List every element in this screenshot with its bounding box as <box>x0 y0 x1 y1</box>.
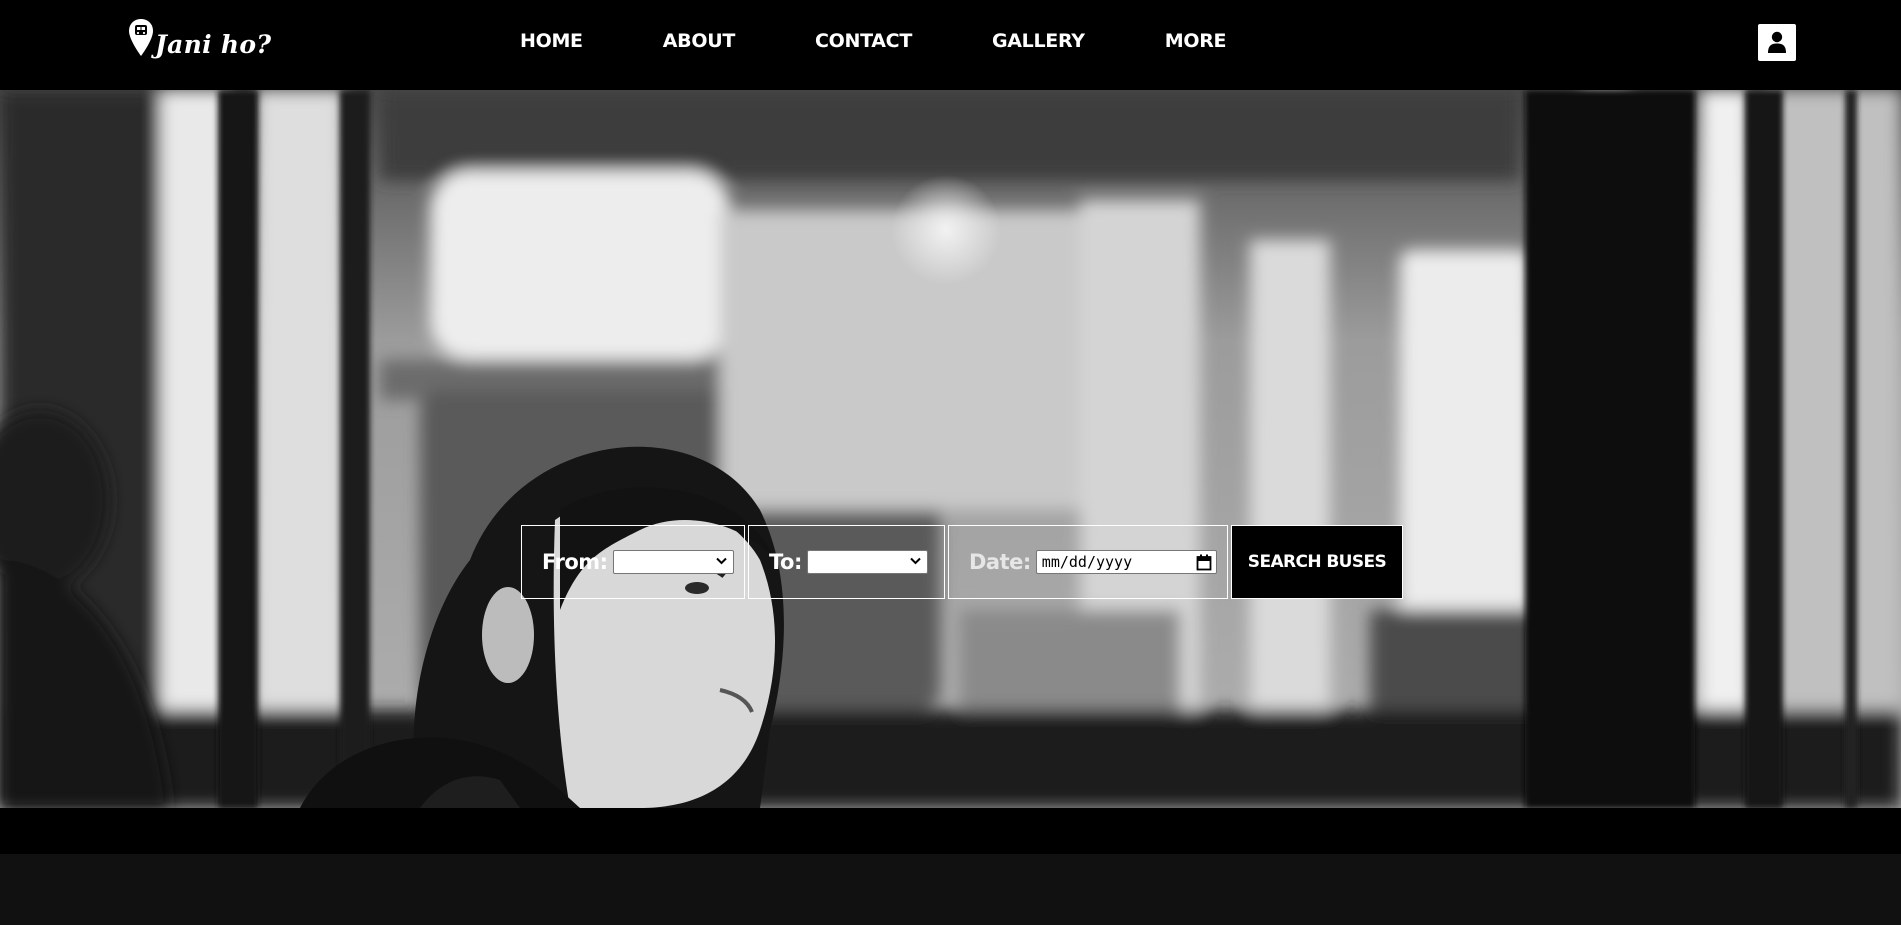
account-button[interactable] <box>1758 24 1796 61</box>
hero-background-photo <box>0 90 1901 808</box>
to-select[interactable] <box>806 550 928 574</box>
brand-logo[interactable]: Jani ho? <box>128 18 271 62</box>
date-field: Date: mm/dd/yyyy <box>948 525 1228 599</box>
main-nav: HOME ABOUT CONTACT GALLERY MORE <box>520 30 1227 52</box>
nav-contact[interactable]: CONTACT <box>815 30 912 52</box>
from-label: From: <box>542 550 608 574</box>
next-section <box>0 854 1901 925</box>
to-field: To: <box>748 525 945 599</box>
hero-banner: From: To: Date: mm/dd/yyyy SEARCH BUSES <box>0 90 1901 808</box>
user-icon <box>1768 31 1786 53</box>
nav-more[interactable]: MORE <box>1165 30 1227 52</box>
site-header: Jani ho? HOME ABOUT CONTACT GALLERY MORE <box>0 0 1901 90</box>
hero-bottom-band <box>0 808 1901 854</box>
map-pin-bus-icon <box>129 19 153 56</box>
from-field: From: <box>521 525 745 599</box>
brand-name: Jani ho? <box>155 30 272 59</box>
search-buses-button[interactable]: SEARCH BUSES <box>1231 525 1403 599</box>
date-placeholder: mm/dd/yyyy <box>1041 553 1133 571</box>
nav-home[interactable]: HOME <box>520 30 583 52</box>
nav-gallery[interactable]: GALLERY <box>992 30 1085 52</box>
chevron-down-icon <box>910 557 921 565</box>
bus-search-form: From: To: Date: mm/dd/yyyy SEARCH BUSES <box>521 525 1403 599</box>
nav-about[interactable]: ABOUT <box>663 30 736 52</box>
to-label: To: <box>769 550 802 574</box>
chevron-down-icon <box>715 557 727 565</box>
date-input[interactable]: mm/dd/yyyy <box>1035 550 1217 574</box>
from-select[interactable] <box>612 550 734 574</box>
date-label: Date: <box>969 550 1031 574</box>
calendar-icon[interactable] <box>1196 554 1212 571</box>
